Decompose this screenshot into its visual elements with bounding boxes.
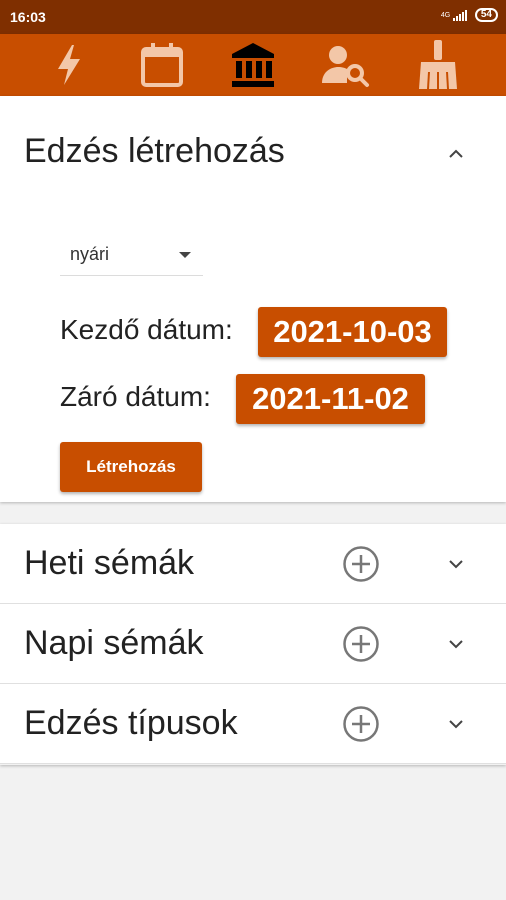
season-select-value: nyári bbox=[70, 244, 110, 264]
network-type: 4G bbox=[440, 11, 451, 19]
calendar-icon bbox=[141, 43, 183, 87]
add-circle-icon[interactable] bbox=[342, 625, 380, 663]
chevron-down-icon[interactable] bbox=[444, 552, 468, 576]
create-workout-title[interactable]: Edzés létrehozás bbox=[24, 132, 285, 171]
section-label: Heti sémák bbox=[24, 544, 195, 582]
nav-broom-button[interactable] bbox=[413, 40, 463, 90]
section-label: Edzés típusok bbox=[24, 704, 238, 742]
nav-bank-button[interactable] bbox=[228, 40, 278, 90]
nav-lightning-button[interactable] bbox=[44, 40, 94, 90]
add-circle-icon[interactable] bbox=[342, 545, 380, 583]
status-icons: 4G 54 bbox=[441, 8, 498, 22]
battery-level: 54 bbox=[480, 9, 492, 20]
section-workout-types[interactable]: Edzés típusok bbox=[0, 684, 506, 764]
create-button[interactable]: Létrehozás bbox=[60, 442, 202, 492]
chevron-up-icon[interactable] bbox=[444, 142, 468, 166]
nav-calendar-button[interactable] bbox=[137, 40, 187, 90]
end-date-label: Záró dátum: bbox=[60, 381, 211, 412]
start-date-label: Kezdő dátum: bbox=[60, 314, 233, 345]
person-search-icon bbox=[322, 46, 369, 87]
nav-person-search-button[interactable] bbox=[320, 40, 370, 90]
top-nav-bar bbox=[0, 34, 506, 96]
status-bar: 16:03 4G 54 bbox=[0, 0, 506, 34]
chevron-down-icon[interactable] bbox=[444, 632, 468, 656]
end-date-button[interactable]: 2021-11-02 bbox=[236, 374, 425, 424]
start-date-button[interactable]: 2021-10-03 bbox=[258, 307, 447, 357]
add-circle-icon[interactable] bbox=[342, 705, 380, 743]
lightning-icon bbox=[58, 45, 80, 85]
dropdown-caret-icon bbox=[179, 252, 191, 258]
season-select[interactable]: nyári bbox=[60, 238, 203, 276]
bank-icon bbox=[232, 43, 274, 87]
status-time: 16:03 bbox=[10, 9, 46, 25]
section-weekly-schemes[interactable]: Heti sémák bbox=[0, 524, 506, 604]
broom-icon bbox=[419, 40, 457, 90]
section-daily-schemes[interactable]: Napi sémák bbox=[0, 604, 506, 684]
signal-icon bbox=[452, 9, 467, 21]
battery-icon: 54 bbox=[474, 8, 498, 22]
create-workout-panel: Edzés létrehozás nyári Kezdő dátum: 2021… bbox=[0, 96, 506, 502]
section-label: Napi sémák bbox=[24, 624, 204, 662]
chevron-down-icon[interactable] bbox=[444, 712, 468, 736]
